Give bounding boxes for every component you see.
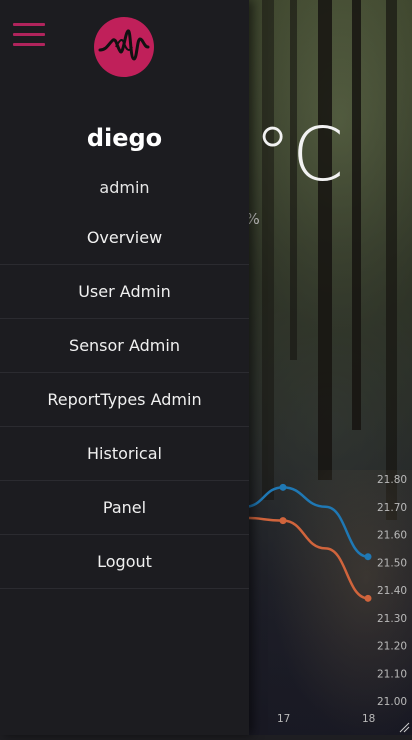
series-point-0[interactable] [364,553,372,561]
y-tick-label: 21.10 [377,668,407,680]
menu-item-reporttypes-admin[interactable]: ReportTypes Admin [0,373,249,427]
y-tick-label: 21.40 [377,585,407,597]
y-tick-label: 21.20 [377,641,407,653]
x-tick-label: 17 [277,713,290,725]
series-point-1[interactable] [279,517,287,525]
menu-item-logout[interactable]: Logout [0,535,249,589]
y-tick-label: 21.70 [377,502,407,514]
user-name: diego [86,124,163,152]
user-role: admin [99,178,150,197]
y-tick-label: 21.30 [377,613,407,625]
series-line-1 [244,516,369,600]
series-point-1[interactable] [364,594,372,602]
series-point-0[interactable] [279,483,287,491]
x-tick-label: 18 [362,713,375,725]
series-line-0 [244,486,369,558]
y-tick-label: 21.60 [377,530,407,542]
menu-item-overview[interactable]: Overview [0,211,249,265]
menu-item-historical[interactable]: Historical [0,427,249,481]
resize-grip-icon[interactable] [398,721,410,733]
y-tick-label: 21.50 [377,557,407,569]
y-tick-label: 21.80 [377,474,407,486]
navigation-drawer: diego admin Overview User Admin Sensor A… [0,0,249,735]
waveform-logo-icon [94,17,154,77]
menu-item-user-admin[interactable]: User Admin [0,265,249,319]
nav-menu: Overview User Admin Sensor Admin ReportT… [0,211,249,589]
hamburger-menu-icon[interactable] [13,23,45,47]
menu-item-panel[interactable]: Panel [0,481,249,535]
menu-item-sensor-admin[interactable]: Sensor Admin [0,319,249,373]
y-tick-label: 21.00 [377,696,407,708]
